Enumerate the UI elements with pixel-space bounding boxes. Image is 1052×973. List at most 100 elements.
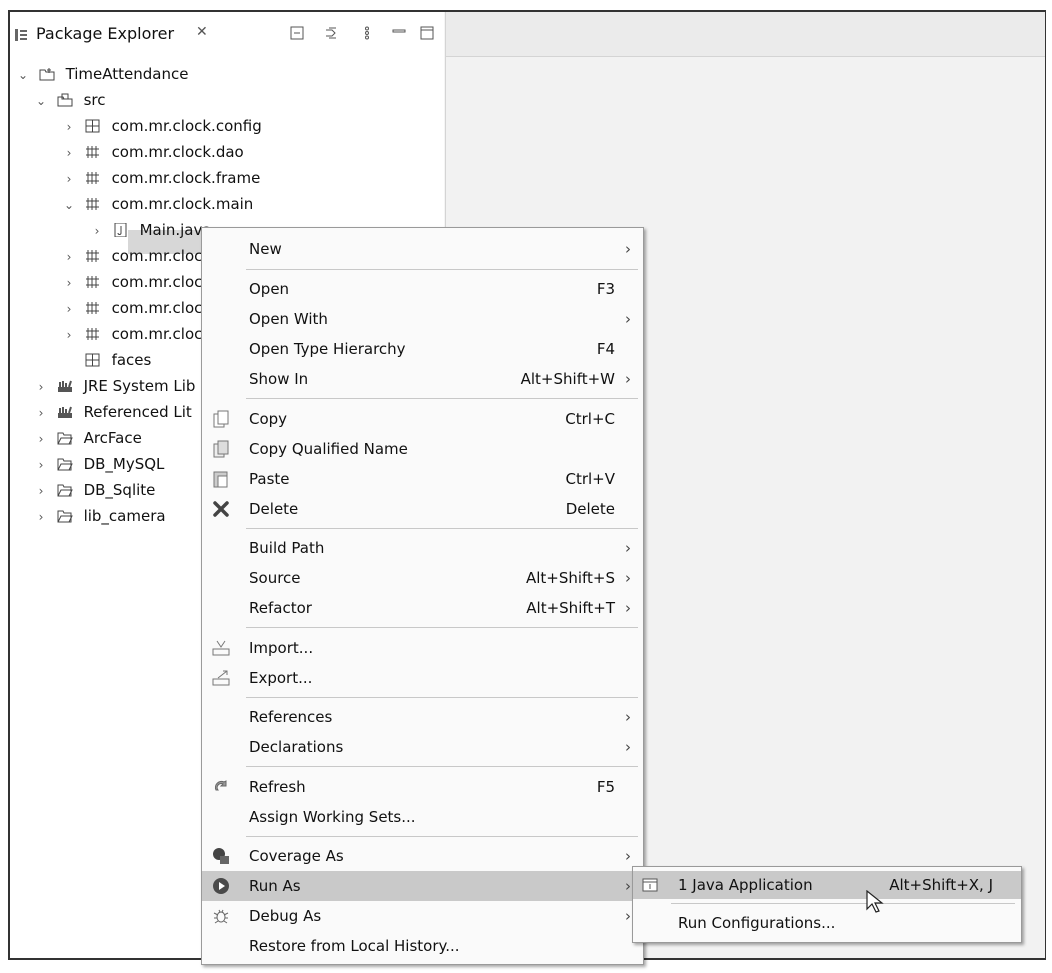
menu-item-build-path[interactable]: Build Path › (202, 533, 643, 563)
maximize-icon[interactable] (420, 26, 434, 40)
tree-item-folder[interactable]: › DB_MySQL (34, 452, 165, 477)
package-explorer-header: Package Explorer ✕ (10, 12, 444, 56)
menu-separator (246, 627, 638, 628)
expand-toggle-icon[interactable]: › (62, 297, 76, 321)
expand-toggle-icon[interactable]: › (34, 427, 48, 451)
package-explorer-tab[interactable]: Package Explorer ✕ (10, 12, 222, 56)
menu-item-open[interactable]: Open F3 (202, 274, 643, 304)
context-menu: New › Open F3 Open With › Open Type Hier… (201, 227, 644, 965)
tree-item-package[interactable]: › com.mr.cloc (62, 322, 203, 347)
tree-item-referenced-libraries[interactable]: › Referenced Lit (34, 400, 192, 424)
menu-item-new[interactable]: New › (202, 234, 643, 264)
package-icon (85, 276, 99, 288)
menu-item-source[interactable]: Source Alt+Shift+S › (202, 563, 643, 593)
expand-toggle-icon[interactable]: › (62, 115, 76, 139)
library-icon (57, 380, 72, 392)
menu-item-open-type-hierarchy[interactable]: Open Type Hierarchy F4 (202, 334, 643, 364)
expand-toggle-icon[interactable]: ⌄ (62, 193, 76, 217)
tree-item-package[interactable]: › com.mr.clock.dao (62, 140, 244, 164)
menu-item-debug-as[interactable]: Debug As › (202, 901, 643, 931)
view-menu-icon[interactable] (360, 26, 374, 40)
expand-toggle-icon[interactable]: › (34, 505, 48, 529)
source-folder-icon (57, 93, 73, 107)
mouse-pointer-icon (866, 890, 884, 913)
menu-item-paste[interactable]: Paste Ctrl+V (202, 464, 643, 494)
submenu-arrow-icon: › (625, 370, 631, 388)
expand-toggle-icon[interactable]: › (62, 141, 76, 165)
menu-separator (246, 836, 638, 837)
tree-item-package[interactable]: › com.mr.clock.config (62, 114, 262, 138)
menu-separator (246, 528, 638, 529)
debug-icon (213, 909, 229, 924)
menu-item-run-as[interactable]: Run As › (202, 871, 643, 901)
run-as-submenu: 1 Java Application Alt+Shift+X, J Run Co… (632, 866, 1022, 943)
tree-item-package[interactable]: › com.mr.cloc (62, 244, 203, 269)
close-view-icon[interactable]: ✕ (196, 24, 208, 40)
link-with-editor-icon[interactable] (324, 26, 338, 40)
menu-item-export[interactable]: Export... (202, 663, 643, 693)
menu-item-references[interactable]: References › (202, 702, 643, 732)
tree-item-jre-library[interactable]: › JRE System Lib (34, 374, 196, 399)
collapse-all-icon[interactable] (290, 26, 304, 40)
editor-tab-bar (446, 12, 1045, 57)
tree-item-package[interactable]: › com.mr.clock.frame (62, 166, 261, 191)
menu-item-refactor[interactable]: Refactor Alt+Shift+T › (202, 593, 643, 623)
copy-icon (213, 410, 229, 428)
tree-item-folder[interactable]: › lib_camera (34, 504, 166, 528)
coverage-icon (213, 848, 229, 864)
expand-toggle-icon[interactable]: › (34, 453, 48, 477)
tree-item-src[interactable]: ⌄ src (34, 88, 106, 113)
package-explorer-title: Package Explorer (36, 24, 175, 43)
tree-item-folder[interactable]: › ArcFace (34, 426, 142, 450)
menu-separator (246, 398, 638, 399)
expand-toggle-icon[interactable]: › (34, 401, 48, 425)
tree-item-folder[interactable]: › DB_Sqlite (34, 478, 156, 503)
package-icon (85, 119, 100, 133)
menu-item-open-with[interactable]: Open With › (202, 304, 643, 334)
expand-toggle-icon[interactable]: › (62, 245, 76, 269)
java-application-icon (642, 878, 658, 892)
tree-item-package[interactable]: › com.mr.cloc (62, 296, 203, 321)
menu-item-import[interactable]: Import... (202, 633, 643, 663)
submenu-item-java-application[interactable]: 1 Java Application Alt+Shift+X, J (633, 871, 1021, 899)
submenu-arrow-icon: › (625, 708, 631, 726)
menu-item-show-in[interactable]: Show In Alt+Shift+W › (202, 364, 643, 394)
expand-toggle-icon[interactable]: ⌄ (16, 63, 30, 87)
expand-toggle-icon[interactable]: › (34, 479, 48, 503)
tree-item-main-java[interactable]: › Main.java (90, 218, 212, 242)
submenu-arrow-icon: › (625, 569, 631, 587)
menu-item-declarations[interactable]: Declarations › (202, 732, 643, 762)
package-icon (85, 302, 99, 314)
submenu-item-run-configurations[interactable]: Run Configurations... (633, 908, 1021, 938)
expand-toggle-icon[interactable]: › (62, 271, 76, 295)
java-file-icon (114, 223, 127, 237)
folder-icon (57, 458, 73, 471)
package-icon (85, 353, 100, 367)
menu-separator (246, 697, 638, 698)
expand-toggle-icon[interactable]: › (62, 167, 76, 191)
minimize-icon[interactable] (392, 26, 406, 40)
submenu-arrow-icon: › (625, 847, 631, 865)
expand-toggle-icon[interactable]: ⌄ (34, 89, 48, 113)
submenu-arrow-icon: › (625, 907, 631, 925)
expand-toggle-icon[interactable]: › (62, 323, 76, 347)
tree-item-project[interactable]: ⌄ TimeAttendance (16, 62, 189, 87)
copy-qualified-name-icon (213, 440, 229, 458)
menu-item-copy[interactable]: Copy Ctrl+C (202, 404, 643, 434)
tree-item-package[interactable]: ⌄ com.mr.clock.main (62, 192, 253, 216)
menu-item-copy-qualified-name[interactable]: Copy Qualified Name (202, 434, 643, 464)
menu-item-assign-working-sets[interactable]: Assign Working Sets... (202, 802, 643, 832)
expand-toggle-icon[interactable]: › (90, 219, 104, 243)
submenu-arrow-icon: › (625, 738, 631, 756)
menu-item-coverage-as[interactable]: Coverage As › (202, 841, 643, 871)
tree-item-package[interactable]: › com.mr.cloc (62, 270, 203, 295)
menu-separator (246, 766, 638, 767)
menu-item-restore-local-history[interactable]: Restore from Local History... (202, 931, 643, 961)
expand-toggle-icon[interactable]: › (34, 375, 48, 399)
package-icon (85, 198, 99, 210)
menu-item-refresh[interactable]: Refresh F5 (202, 772, 643, 802)
menu-separator (246, 269, 638, 270)
tree-item-faces[interactable]: faces (62, 348, 151, 372)
menu-item-delete[interactable]: Delete Delete (202, 494, 643, 524)
package-explorer-icon (15, 29, 27, 41)
